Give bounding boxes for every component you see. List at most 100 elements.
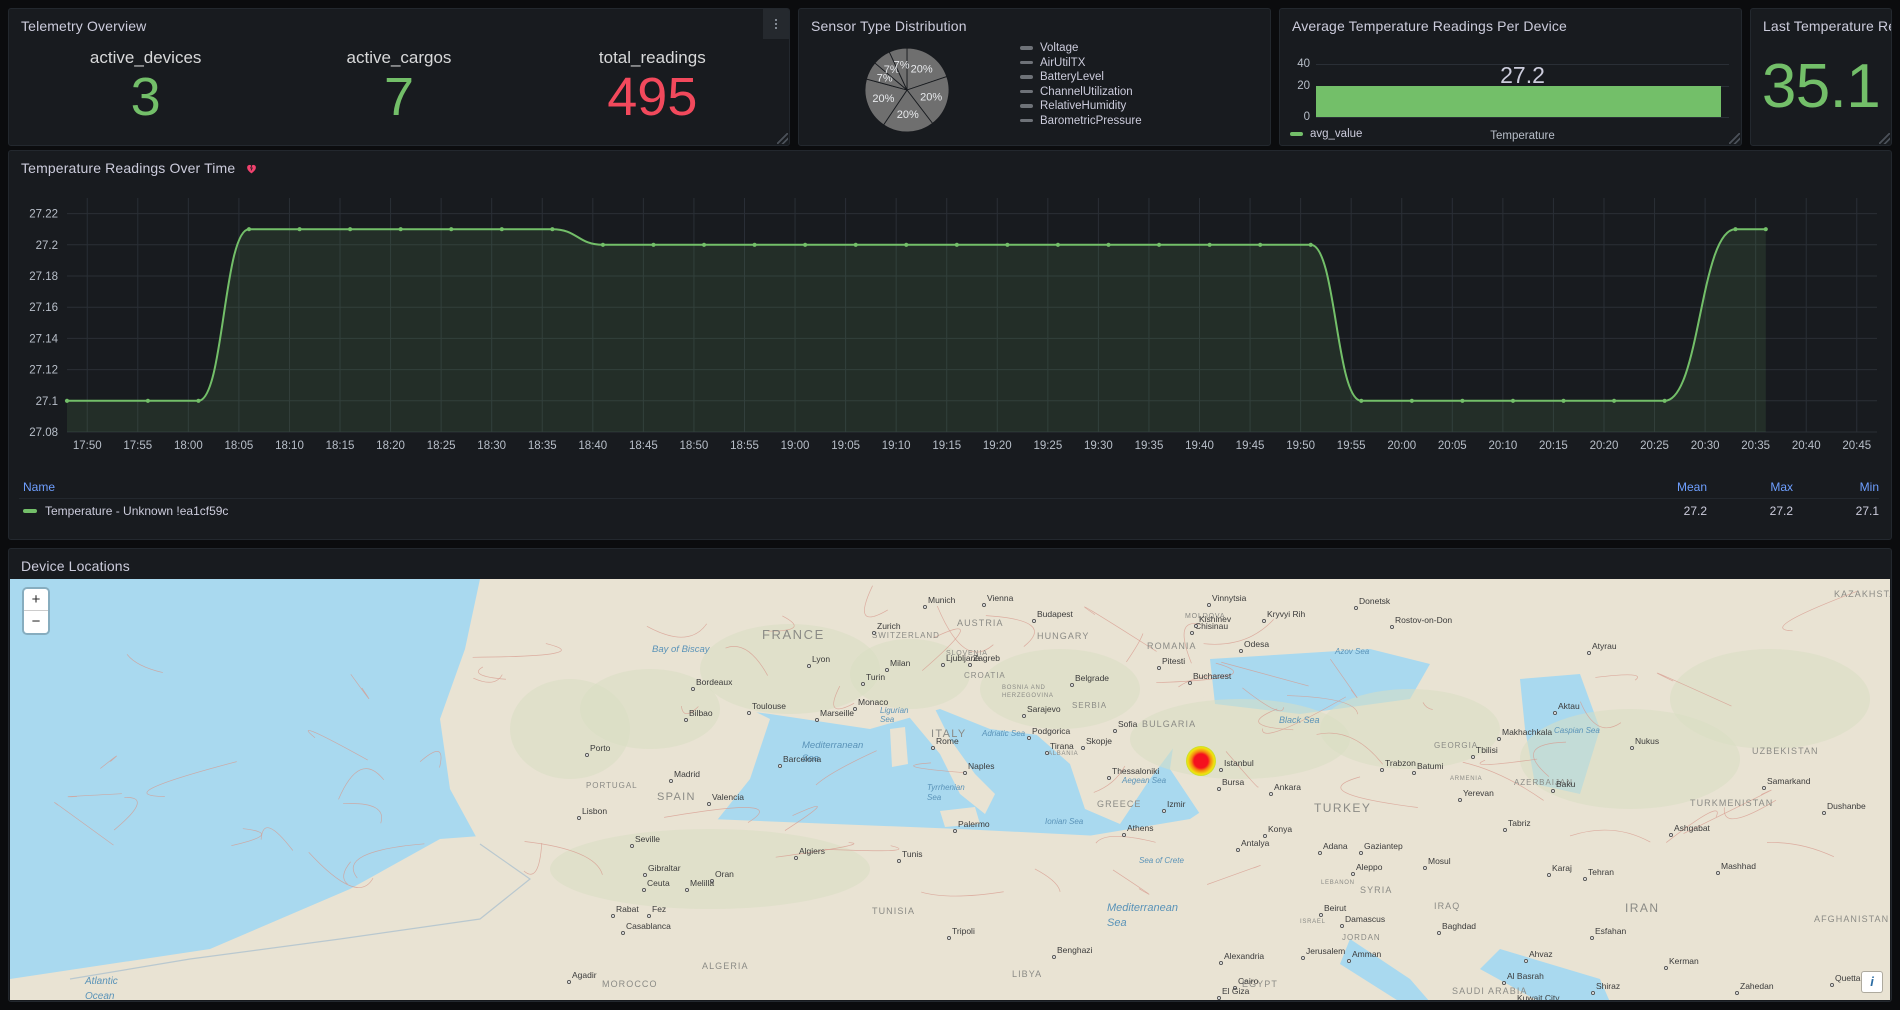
legend-col-min[interactable]: Min [1793,480,1879,494]
data-point[interactable] [702,243,706,247]
data-point[interactable] [247,227,251,231]
bar-legend[interactable]: avg_value [1290,128,1362,140]
bar-chart[interactable]: 40 20 0 27.2 Temperature [1280,34,1741,142]
x-tick-label: 19:50 [1286,440,1315,452]
data-point[interactable] [904,243,908,247]
map-city-dot [1194,624,1198,628]
data-point[interactable] [1561,399,1565,403]
data-point[interactable] [752,243,756,247]
data-point[interactable] [1733,227,1737,231]
data-point[interactable] [1511,399,1515,403]
broken-heart-icon[interactable] [245,162,258,175]
last-temperature-value[interactable]: 35.1 [1751,34,1891,138]
x-tick-label: 18:25 [427,440,456,452]
legend-label: Voltage [1040,42,1078,54]
panel-title-temperature-over-time: Temperature Readings Over Time [21,160,235,176]
map-city-dot [1553,711,1557,715]
stat-label: active_devices [19,48,272,68]
pie-legend-item[interactable]: RelativeHumidity [1020,100,1270,112]
stat-value: 495 [526,70,779,125]
x-tick-label: 20:25 [1640,440,1669,452]
pie-legend-item[interactable]: BatteryLevel [1020,71,1270,83]
legend-swatch-icon [1020,119,1033,123]
legend-col-mean[interactable]: Mean [1621,480,1707,494]
bar-avg-value[interactable] [1316,86,1721,117]
data-point[interactable] [1612,399,1616,403]
data-point[interactable] [601,243,605,247]
panel-temperature-over-time: Temperature Readings Over Time 27.0827.1… [8,150,1892,540]
device-location-marker[interactable] [1186,746,1216,776]
panel-last-temperature-readings: Last Temperature Readings 35.1 [1750,8,1892,146]
map-city-dot [1219,961,1223,965]
panel-menu-button[interactable] [763,9,789,39]
data-point[interactable] [1258,243,1262,247]
map-city-dot [815,718,819,722]
data-point[interactable] [1410,399,1414,403]
panel-telemetry-overview: Telemetry Overview active_devices 3 acti… [8,8,790,146]
pie-legend-item[interactable]: BarometricPressure [1020,115,1270,127]
map-canvas[interactable]: FRANCESPAINPORTUGALITALYSWITZERLANDAUSTR… [10,579,1890,1000]
data-point[interactable] [500,227,504,231]
series-color-icon[interactable] [23,509,37,513]
timeseries-chart[interactable]: 27.0827.127.1227.1427.1627.1827.227.2217… [9,188,1891,468]
x-tick-label: 20:45 [1842,440,1871,452]
data-point[interactable] [1764,227,1768,231]
data-point[interactable] [803,243,807,247]
map-city-dot [1113,729,1117,733]
data-point[interactable] [146,399,150,403]
x-tick-label: 19:05 [831,440,860,452]
data-point[interactable] [550,227,554,231]
map-city-dot [1318,851,1322,855]
data-point[interactable] [651,243,655,247]
terrain-shading [850,639,970,709]
stat-row: active_devices 3 active_cargos 7 total_r… [9,34,789,125]
y-tick-label: 27.2 [36,240,58,252]
zoom-out-button[interactable]: − [24,611,48,633]
map-city-dot [1664,966,1668,970]
panel-resize-handle[interactable] [1729,133,1740,144]
stat-active-cargos[interactable]: active_cargos 7 [272,48,525,125]
pie-legend-item[interactable]: AirUtilTX [1020,57,1270,69]
timeseries-legend-table: Name Mean Max Min Temperature - Unknown … [19,475,1879,535]
data-point[interactable] [449,227,453,231]
map-city-dot [1107,776,1111,780]
data-point[interactable] [399,227,403,231]
legend-col-name[interactable]: Name [19,480,1621,494]
data-point[interactable] [1056,243,1060,247]
x-tick-label: 20:35 [1741,440,1770,452]
pie-chart[interactable]: 20%20%20%20%7%7%7% [799,38,1014,140]
data-point[interactable] [1208,243,1212,247]
data-point[interactable] [1005,243,1009,247]
map-attribution-button[interactable]: i [1862,972,1882,992]
pie-legend-item[interactable]: ChannelUtilization [1020,86,1270,98]
data-point[interactable] [1663,399,1667,403]
y-tick-label: 27.08 [29,427,58,439]
data-point[interactable] [65,399,69,403]
x-tick-label: 20:40 [1792,440,1821,452]
pie-legend-item[interactable]: Voltage [1020,42,1270,54]
zoom-in-button[interactable]: + [24,589,48,611]
x-tick-label: 19:25 [1033,440,1062,452]
data-point[interactable] [1309,243,1313,247]
data-point[interactable] [348,227,352,231]
map-city-dot [1583,877,1587,881]
map-city-dot [611,914,615,918]
data-point[interactable] [854,243,858,247]
data-point[interactable] [297,227,301,231]
panel-resize-handle[interactable] [777,133,788,144]
data-point[interactable] [1460,399,1464,403]
data-point[interactable] [955,243,959,247]
stat-total-readings[interactable]: total_readings 495 [526,48,779,125]
panel-sensor-type-distribution: Sensor Type Distribution 20%20%20%20%7%7… [798,8,1271,146]
series-name: Temperature - Unknown !ea1cf59c [45,504,228,518]
data-point[interactable] [1157,243,1161,247]
map-city-dot [853,707,857,711]
map-city-dot [1354,606,1358,610]
stat-active-devices[interactable]: active_devices 3 [19,48,272,125]
legend-row[interactable]: Temperature - Unknown !ea1cf59c 27.2 27.… [19,499,1879,523]
data-point[interactable] [1106,243,1110,247]
data-point[interactable] [1359,399,1363,403]
data-point[interactable] [196,399,200,403]
legend-col-max[interactable]: Max [1707,480,1793,494]
panel-resize-handle[interactable] [1879,133,1890,144]
